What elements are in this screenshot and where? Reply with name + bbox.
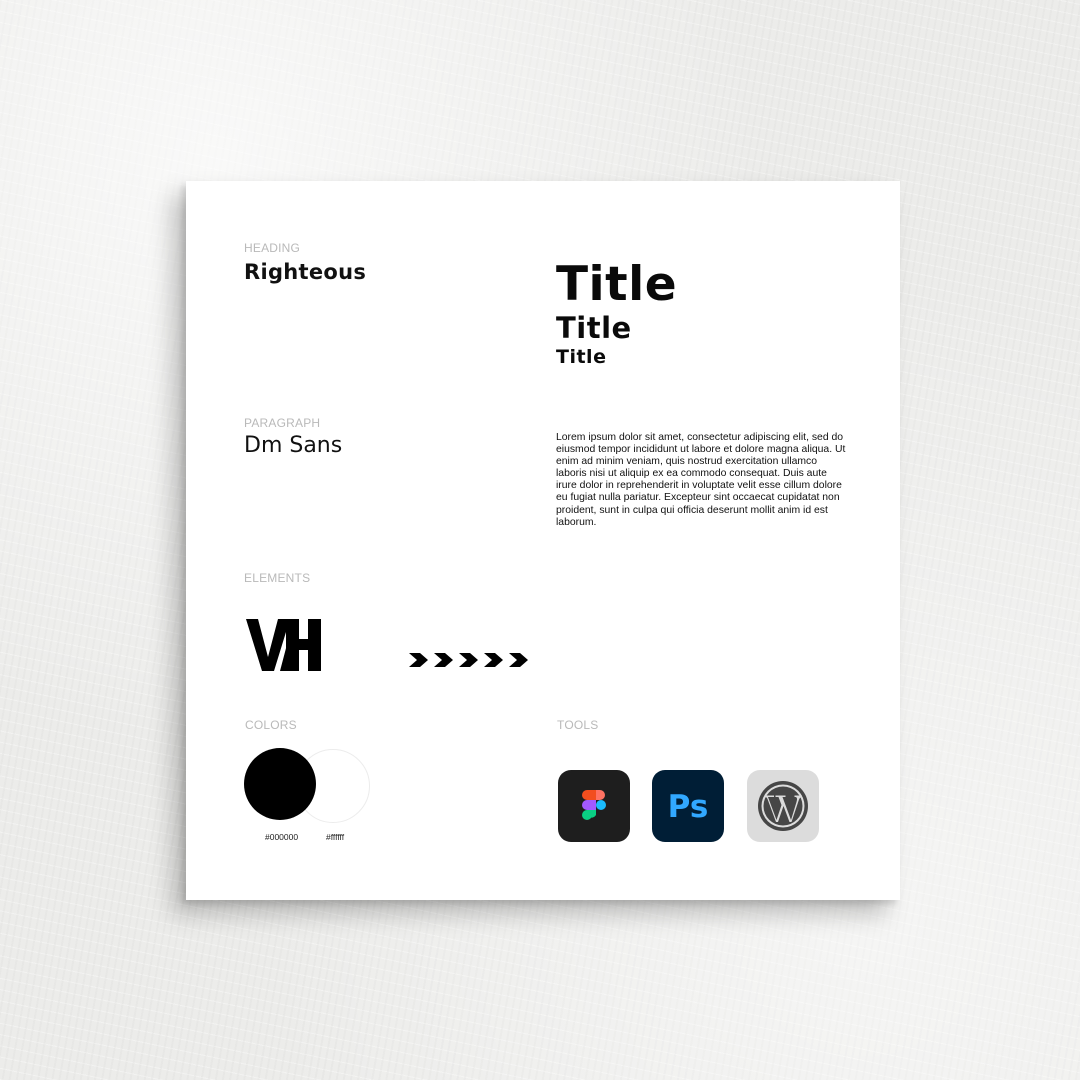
photoshop-icon: Ps bbox=[652, 770, 724, 842]
elements-section-label: ELEMENTS bbox=[244, 571, 311, 585]
color-hex-white: #ffffff bbox=[326, 832, 345, 842]
title-sample-small: Title bbox=[556, 346, 607, 368]
color-swatches bbox=[244, 748, 374, 824]
style-guide-sheet: HEADING Righteous Title Title Title PARA… bbox=[186, 181, 900, 900]
paragraph-font-name: Dm Sans bbox=[244, 433, 343, 458]
paragraph-section-label: PARAGRAPH bbox=[244, 416, 321, 430]
title-sample-large: Title bbox=[556, 257, 678, 312]
color-hex-black: #000000 bbox=[265, 832, 299, 842]
vh-monogram-logo bbox=[246, 619, 322, 676]
tools-section-label: TOOLS bbox=[557, 718, 599, 732]
wordpress-icon bbox=[747, 770, 819, 842]
title-sample-medium: Title bbox=[556, 311, 632, 345]
photoshop-icon-text: Ps bbox=[668, 789, 709, 825]
color-swatch-black bbox=[244, 748, 316, 820]
colors-section-label: COLORS bbox=[245, 718, 297, 732]
heading-font-name: Righteous bbox=[244, 260, 367, 284]
chevron-right-row-icon bbox=[409, 652, 531, 673]
heading-section-label: HEADING bbox=[244, 241, 301, 255]
figma-icon bbox=[558, 770, 630, 842]
paragraph-sample-text: Lorem ipsum dolor sit amet, consectetur … bbox=[556, 432, 846, 528]
